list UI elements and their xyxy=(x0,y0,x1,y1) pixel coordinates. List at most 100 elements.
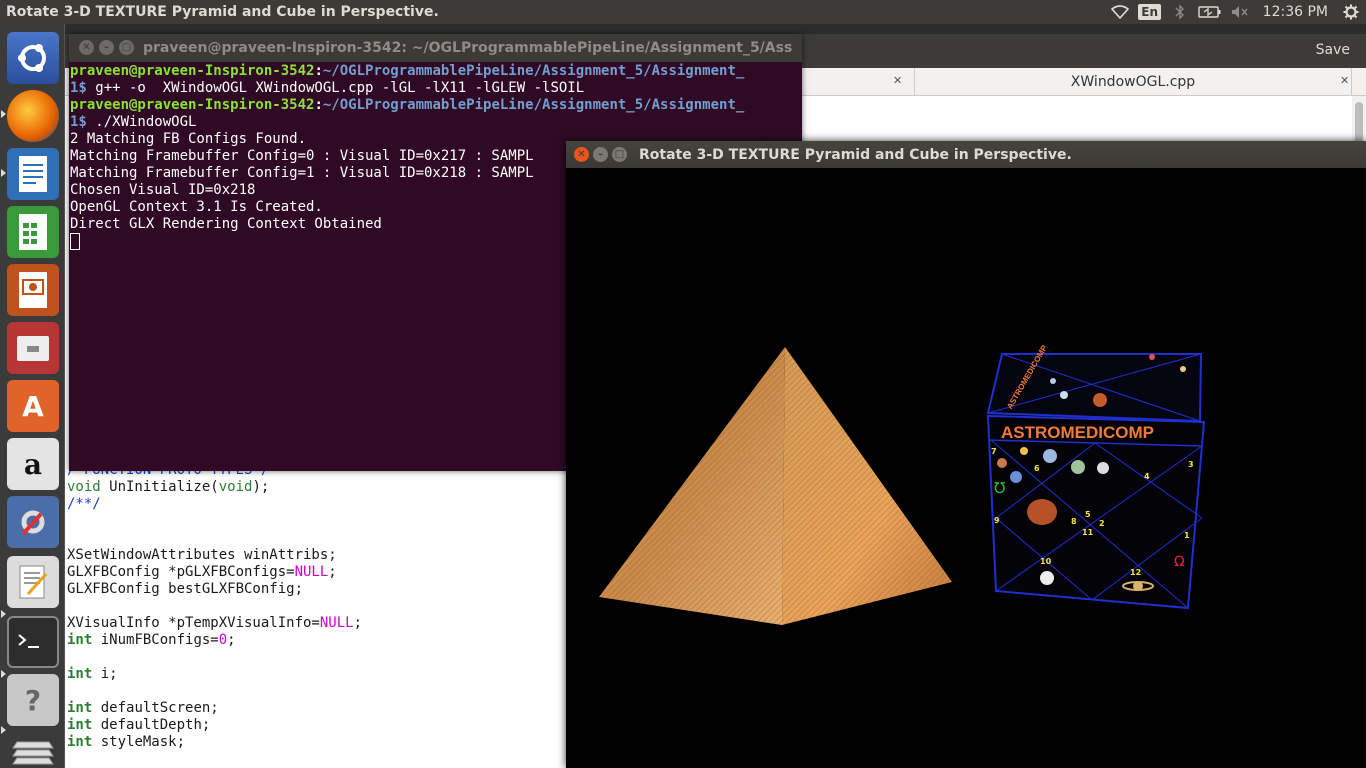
planet-dot xyxy=(1060,391,1068,399)
prompt-continuation: 1$ xyxy=(70,114,87,130)
code-text: GLXFBConfig *pGLXFBConfigs= xyxy=(67,564,295,580)
libreoffice-impress-icon[interactable] xyxy=(7,264,59,316)
clock[interactable]: 12:36 PM xyxy=(1255,4,1336,20)
prompt-user: praveen@praveen-Inspiron-3542 xyxy=(70,63,315,79)
prompt-user: praveen@praveen-Inspiron-3542 xyxy=(70,97,315,113)
code-keyword: int xyxy=(67,632,93,648)
command-text: ./XWindowOGL xyxy=(86,114,197,130)
code-keyword: int xyxy=(67,734,93,750)
close-tab-icon[interactable]: ✕ xyxy=(893,74,902,87)
terminal-titlebar[interactable]: ✕ – □ praveen@praveen-Inspiron-3542: ~/O… xyxy=(69,34,802,62)
prompt-path: ~/OGLProgrammablePipeLine/Assignment_5/A… xyxy=(322,97,745,113)
wifi-icon[interactable] xyxy=(1105,0,1135,24)
house-number: 12 xyxy=(1130,568,1141,577)
output-line: Chosen Visual ID=0x218 xyxy=(70,182,256,198)
firefox-icon[interactable] xyxy=(7,90,59,142)
terminal-cursor xyxy=(70,233,80,250)
volume-muted-icon[interactable] xyxy=(1225,0,1255,24)
files-icon[interactable] xyxy=(7,322,59,374)
terminal-title: praveen@praveen-Inspiron-3542: ~/OGLProg… xyxy=(143,40,793,56)
house-number: 7 xyxy=(991,447,997,456)
house-number: 5 xyxy=(1085,510,1091,519)
workspace-switcher-icon[interactable] xyxy=(7,728,59,768)
output-line: Matching Framebuffer Config=0 : Visual I… xyxy=(70,148,534,164)
house-number: 10 xyxy=(1040,557,1052,566)
battery-icon[interactable] xyxy=(1195,0,1225,24)
house-number: 9 xyxy=(994,516,1000,525)
code-literal: NULL xyxy=(294,564,329,580)
active-app-title: Rotate 3-D TEXTURE Pyramid and Cube in P… xyxy=(6,4,439,20)
amazon-icon[interactable]: a xyxy=(7,438,59,490)
code-text: defaultDepth; xyxy=(92,717,211,733)
desktop: Rotate 3-D TEXTURE Pyramid and Cube in P… xyxy=(0,0,1366,768)
terminal-icon[interactable] xyxy=(7,616,59,668)
opengl-titlebar[interactable]: ✕ – □ Rotate 3-D TEXTURE Pyramid and Cub… xyxy=(566,141,1366,168)
code-text: ; xyxy=(353,615,363,631)
maximize-window-button[interactable]: □ xyxy=(612,147,627,162)
output-line: Direct GLX Rendering Context Obtained xyxy=(70,216,382,232)
planet-dot xyxy=(1093,393,1107,407)
planet-dot xyxy=(1180,366,1186,372)
close-window-button[interactable]: ✕ xyxy=(79,40,94,55)
top-panel: Rotate 3-D TEXTURE Pyramid and Cube in P… xyxy=(0,0,1366,24)
close-tab-icon[interactable]: ✕ xyxy=(1340,74,1349,87)
language-badge: En xyxy=(1138,4,1162,20)
save-button[interactable]: Save xyxy=(1316,39,1350,61)
house-number: 1 xyxy=(1184,531,1190,540)
house-number: 8 xyxy=(1071,517,1077,526)
code-text: ; xyxy=(227,632,236,648)
output-line: OpenGL Context 3.1 Is Created. xyxy=(70,199,323,215)
code-text: ; xyxy=(328,564,337,580)
libreoffice-calc-icon[interactable] xyxy=(7,206,59,258)
minimize-window-button[interactable]: – xyxy=(593,147,608,162)
maximize-window-button[interactable]: □ xyxy=(119,40,134,55)
code-text: UnInitialize( xyxy=(100,479,219,495)
code-text: defaultScreen; xyxy=(92,700,219,716)
planet-dot xyxy=(1071,460,1085,474)
textured-pyramid xyxy=(599,347,952,625)
ubuntu-dash-icon[interactable] xyxy=(7,32,59,84)
opengl-canvas[interactable]: ASTROMEDICOMP ASTROMEDICOMP Ω ℧ 7 6 4 3 … xyxy=(566,168,1366,768)
settings-gear-icon[interactable] xyxy=(1336,0,1366,24)
code-text: XVisualInfo *pTempXVisualInfo= xyxy=(67,615,320,631)
running-indicator xyxy=(1,670,6,678)
house-number: 4 xyxy=(1144,472,1150,481)
code-keyword: void xyxy=(67,479,101,495)
text-editor-icon[interactable] xyxy=(7,556,59,608)
ubuntu-software-icon[interactable]: A xyxy=(7,380,59,432)
code-text: i; xyxy=(92,666,118,682)
house-number: 6 xyxy=(1034,464,1040,473)
planet-dot xyxy=(1097,462,1109,474)
code-keyword: void xyxy=(218,479,253,495)
command-text: g++ -o XWindowOGL XWindowOGL.cpp -lGL -l… xyxy=(86,80,585,96)
planet-dot xyxy=(997,458,1007,468)
running-indicator xyxy=(1,726,6,734)
system-settings-icon[interactable] xyxy=(7,496,59,548)
tab-xwindowogl[interactable]: XWindowOGL.cpp xyxy=(915,68,1352,96)
code-literal: NULL xyxy=(319,615,354,631)
tab-label: XWindowOGL.cpp xyxy=(1070,74,1196,90)
house-number: 2 xyxy=(1099,519,1105,528)
planet-dot xyxy=(1149,354,1155,360)
running-indicator xyxy=(1,610,6,618)
unknown-app-icon[interactable]: ? xyxy=(7,674,59,726)
code-keyword: int xyxy=(67,666,93,682)
code-comment: /**/ xyxy=(67,496,101,512)
close-window-button[interactable]: ✕ xyxy=(574,147,589,162)
zodiac-glyph: Ω xyxy=(1174,554,1185,570)
code-text: iNumFBConfigs= xyxy=(92,632,219,648)
house-number: 3 xyxy=(1188,460,1194,469)
planet-dot xyxy=(1133,581,1143,591)
bluetooth-icon[interactable] xyxy=(1165,0,1195,24)
code-keyword: int xyxy=(67,717,93,733)
prompt-path: ~/OGLProgrammablePipeLine/Assignment_5/A… xyxy=(322,63,745,79)
libreoffice-writer-icon[interactable] xyxy=(7,148,59,200)
planet-dot xyxy=(1040,571,1054,585)
minimize-window-button[interactable]: – xyxy=(99,40,114,55)
planet-dot xyxy=(1027,499,1057,525)
output-line: 2 Matching FB Configs Found. xyxy=(70,131,307,147)
planet-dot xyxy=(1010,471,1022,483)
code-text: styleMask; xyxy=(92,734,186,750)
unity-launcher: A a ? xyxy=(0,24,65,768)
keyboard-layout-indicator[interactable]: En xyxy=(1135,0,1165,24)
